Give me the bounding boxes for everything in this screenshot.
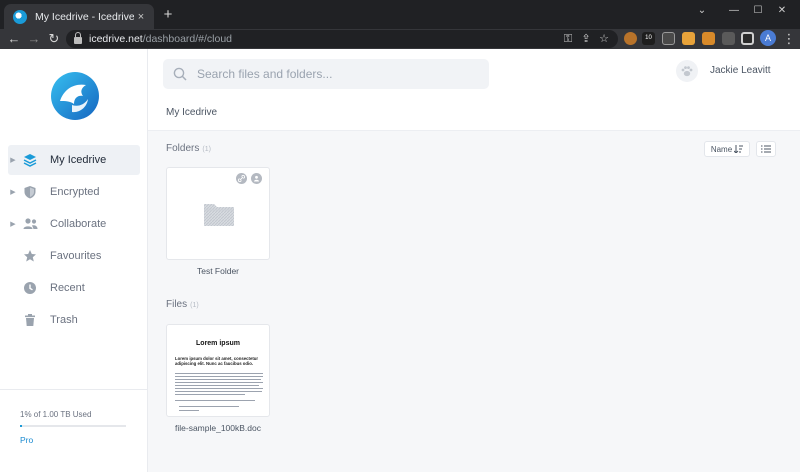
preview-text-line bbox=[175, 391, 262, 392]
sidebar-item-label: My Icedrive bbox=[50, 154, 107, 166]
preview-text-line bbox=[175, 385, 259, 386]
preview-text-line bbox=[175, 394, 245, 395]
new-tab-button[interactable]: + bbox=[160, 6, 176, 24]
files-title-text: Files bbox=[166, 299, 188, 310]
preview-text-line bbox=[175, 382, 263, 383]
preview-text-line bbox=[175, 388, 263, 389]
lock-icon bbox=[74, 32, 82, 44]
icedrive-logo-icon[interactable] bbox=[50, 71, 100, 121]
forward-icon[interactable]: → bbox=[25, 30, 43, 48]
sidebar-item-label: Trash bbox=[50, 314, 78, 326]
file-name[interactable]: file-sample_100kB.doc bbox=[166, 423, 270, 433]
reload-icon[interactable]: ↻ bbox=[45, 30, 63, 48]
extension-badge-icon[interactable]: 10 bbox=[642, 32, 655, 45]
main-content: Search files and folders... Jackie Leavi… bbox=[148, 49, 800, 472]
file-preview-heading: Lorem ipsum bbox=[196, 340, 240, 347]
browser-toolbar: ← → ↻ icedrive.net/dashboard/#/cloud ⚿ ⇪… bbox=[0, 29, 800, 49]
search-input[interactable]: Search files and folders... bbox=[163, 59, 489, 89]
user-avatar[interactable] bbox=[676, 60, 698, 82]
star-icon bbox=[22, 248, 38, 264]
top-header: Search files and folders... Jackie Leavi… bbox=[148, 49, 800, 131]
profile-avatar[interactable]: A bbox=[760, 30, 776, 46]
browser-tab-bar: My Icedrive - Icedrive × + ⌄ — ☐ ✕ bbox=[0, 0, 800, 29]
storage-usage-panel: 1% of 1.00 TB Used Pro bbox=[0, 389, 148, 472]
sidebar-item-encrypted[interactable]: ▶ Encrypted bbox=[8, 177, 140, 207]
sidebar-item-label: Collaborate bbox=[50, 218, 107, 230]
shared-user-badge-icon[interactable] bbox=[251, 173, 262, 184]
folder-name[interactable]: Test Folder bbox=[166, 266, 270, 276]
extension-orange-icon[interactable] bbox=[682, 32, 695, 45]
key-icon[interactable]: ⚿ bbox=[560, 31, 576, 47]
url-text: icedrive.net/dashboard/#/cloud bbox=[89, 33, 232, 45]
url-path: /dashboard/#/cloud bbox=[142, 33, 233, 45]
browser-menu-icon[interactable]: ⋮ bbox=[780, 30, 798, 48]
bookmark-star-icon[interactable]: ☆ bbox=[596, 31, 612, 47]
extension-grid-icon[interactable] bbox=[702, 32, 715, 45]
user-name[interactable]: Jackie Leavitt bbox=[710, 65, 771, 76]
preview-text-line bbox=[175, 379, 261, 380]
sidebar-item-label: Recent bbox=[50, 282, 85, 294]
users-icon bbox=[22, 216, 38, 232]
sort-button[interactable]: Name bbox=[704, 141, 750, 157]
preview-text-line bbox=[179, 410, 199, 411]
breadcrumb[interactable]: My Icedrive bbox=[166, 107, 217, 118]
files-section-title: Files (1) bbox=[166, 299, 199, 310]
file-preview-subheading: Lorem ipsum dolor sit amet, consectetur … bbox=[175, 356, 259, 366]
sidebar-item-trash[interactable]: Trash bbox=[8, 305, 140, 335]
folders-count: (1) bbox=[202, 146, 211, 153]
back-icon[interactable]: ← bbox=[5, 30, 23, 48]
layers-icon bbox=[22, 152, 38, 168]
file-card[interactable]: Lorem ipsum Lorem ipsum dolor sit amet, … bbox=[166, 324, 270, 417]
storage-usage-text: 1% of 1.00 TB Used bbox=[20, 410, 92, 419]
close-window-button[interactable]: ✕ bbox=[760, 0, 800, 20]
sort-label: Name bbox=[710, 144, 733, 154]
icedrive-app: ▶ My Icedrive ▶ Encrypted ▶ Collaborate bbox=[0, 49, 800, 472]
storage-usage-fill bbox=[20, 425, 22, 427]
tab-title: My Icedrive - Icedrive bbox=[35, 10, 134, 23]
sidebar-item-recent[interactable]: Recent bbox=[8, 273, 140, 303]
preview-text-line bbox=[175, 376, 263, 377]
sidebar-item-collaborate[interactable]: ▶ Collaborate bbox=[8, 209, 140, 239]
share-icon[interactable]: ⇪ bbox=[578, 31, 594, 47]
clock-icon bbox=[22, 280, 38, 296]
paw-icon bbox=[681, 66, 693, 77]
folders-section-title: Folders (1) bbox=[166, 143, 211, 154]
side-panel-icon[interactable] bbox=[741, 32, 754, 45]
sidebar: ▶ My Icedrive ▶ Encrypted ▶ Collaborate bbox=[0, 49, 148, 472]
sidebar-item-my-icedrive[interactable]: ▶ My Icedrive bbox=[8, 145, 140, 175]
url-host: icedrive.net bbox=[89, 33, 143, 45]
sidebar-item-favourites[interactable]: Favourites bbox=[8, 241, 140, 271]
expand-caret-icon[interactable]: ▶ bbox=[8, 156, 18, 164]
search-icon bbox=[173, 67, 187, 81]
extension-gray-icon[interactable] bbox=[662, 32, 675, 45]
list-view-icon bbox=[761, 145, 771, 153]
files-count: (1) bbox=[190, 302, 199, 309]
extension-cookie-icon[interactable] bbox=[624, 32, 637, 45]
sort-order-icon bbox=[734, 145, 744, 153]
extension-puzzle-icon[interactable] bbox=[722, 32, 735, 45]
browser-tab[interactable]: My Icedrive - Icedrive × bbox=[4, 4, 154, 29]
preview-text-line bbox=[175, 400, 255, 401]
expand-caret-icon[interactable]: ▶ bbox=[8, 188, 18, 196]
expand-caret-icon[interactable]: ▶ bbox=[8, 220, 18, 228]
plan-link[interactable]: Pro bbox=[20, 435, 33, 445]
folders-title-text: Folders bbox=[166, 143, 200, 154]
link-badge-icon[interactable] bbox=[236, 173, 247, 184]
sidebar-item-label: Encrypted bbox=[50, 186, 100, 198]
search-placeholder: Search files and folders... bbox=[197, 67, 333, 81]
icedrive-favicon-icon bbox=[13, 9, 27, 24]
preview-text-line bbox=[179, 406, 239, 407]
address-bar[interactable]: icedrive.net/dashboard/#/cloud ⚿ ⇪ ☆ bbox=[66, 30, 618, 48]
folder-icon bbox=[204, 204, 234, 226]
sidebar-item-label: Favourites bbox=[50, 250, 102, 262]
trash-icon bbox=[22, 312, 38, 328]
shield-icon bbox=[22, 184, 38, 200]
list-view-button[interactable] bbox=[756, 141, 776, 157]
storage-usage-bar bbox=[20, 425, 126, 427]
folder-card[interactable] bbox=[166, 167, 270, 260]
preview-text-line bbox=[175, 373, 263, 374]
tab-close-button[interactable]: × bbox=[134, 11, 148, 23]
